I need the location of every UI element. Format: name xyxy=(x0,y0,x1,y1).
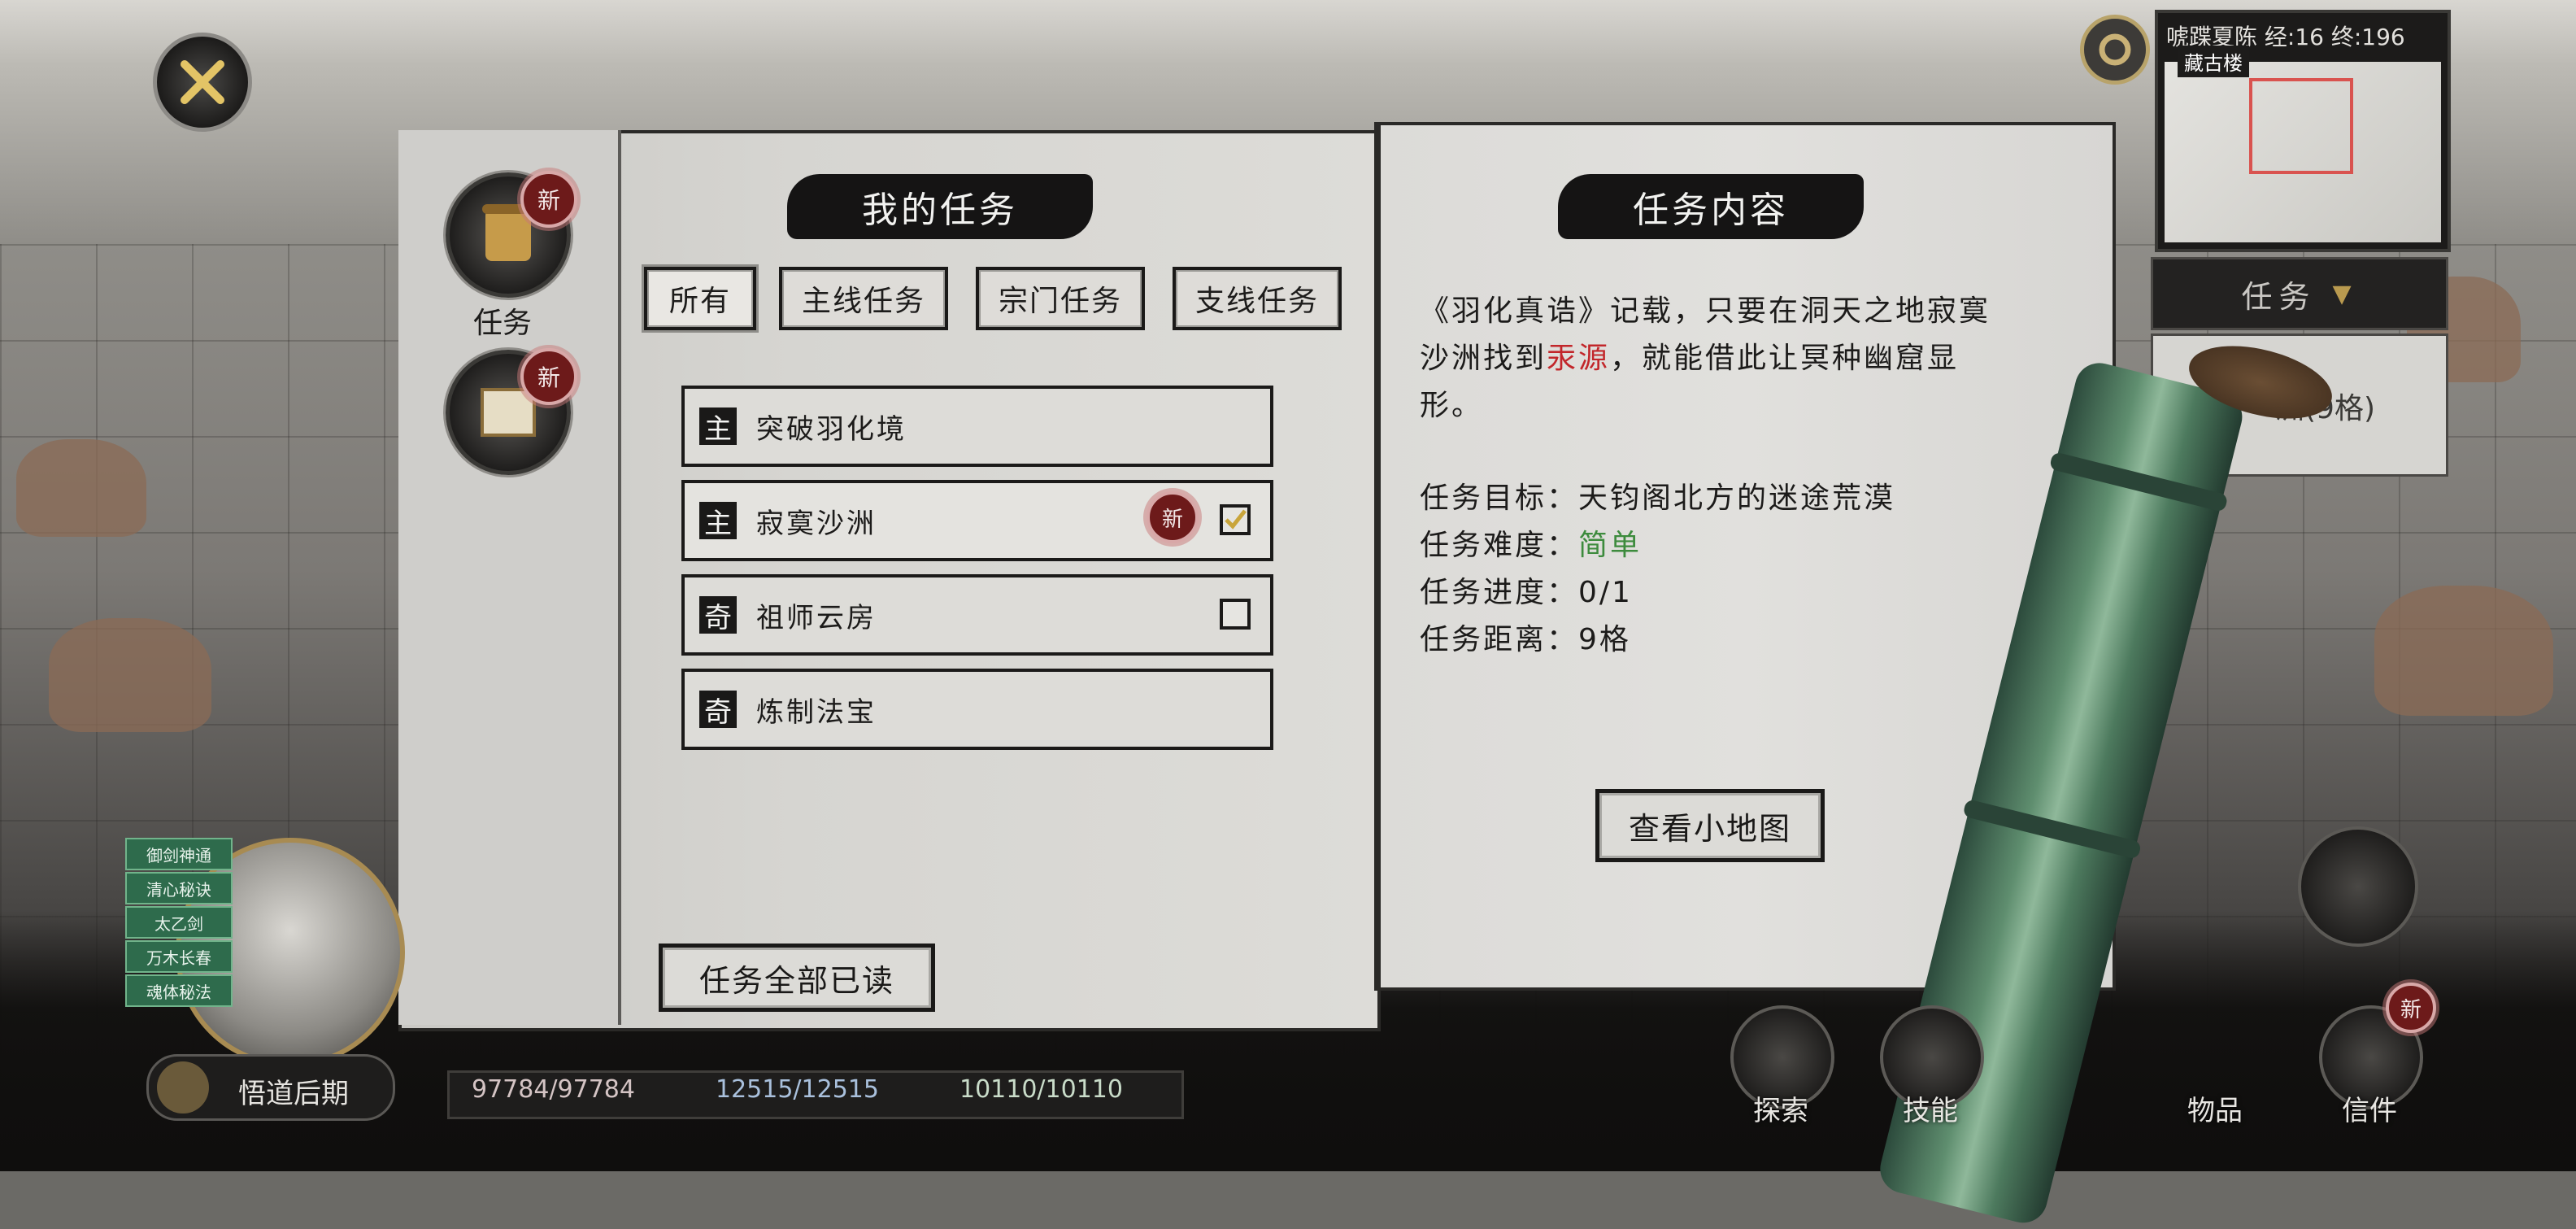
quest-description: 《羽化真诰》记载，只要在洞天之地寂寞 沙洲找到汞源，就能借此让冥种幽窟显 形。 xyxy=(1420,288,1991,429)
quest-info-block: 任务目标：天钧阁北方的迷途荒漠 任务难度：简单 任务进度：0/1 任务距离：9格 xyxy=(1420,475,1895,664)
items-label: 物品 xyxy=(2187,1095,2243,1127)
description-line: 《羽化真诰》记载，只要在洞天之地寂寞 xyxy=(1420,294,1991,328)
checkmark-icon xyxy=(1225,509,1247,530)
description-text: ，就能借此让冥种幽窟显 xyxy=(1610,342,1960,375)
realm-label: 悟道后期 xyxy=(238,1078,349,1110)
new-badge: 新 xyxy=(1147,491,1199,543)
difficulty-value: 简单 xyxy=(1578,529,1643,562)
track-checkbox[interactable] xyxy=(1220,599,1251,630)
quest-progress-row: 任务进度：0/1 xyxy=(1420,569,1895,617)
close-button[interactable] xyxy=(153,33,252,132)
realm-icon xyxy=(157,1061,209,1114)
quest-goal-row: 任务目标：天钧阁北方的迷途荒漠 xyxy=(1420,475,1895,522)
letters-label: 信件 xyxy=(2342,1095,2397,1127)
quest-name: 寂寞沙洲 xyxy=(756,507,877,540)
task-tracker-header[interactable]: 任务 ▼ xyxy=(2151,257,2448,330)
tab-sect-quests[interactable]: 宗门任务 xyxy=(976,267,1145,330)
skill-tag: 御剑神通 xyxy=(125,838,233,870)
task-tracker-label: 任务 xyxy=(2241,278,2317,315)
quest-name: 祖师云房 xyxy=(756,601,877,634)
minimap-player-marker xyxy=(2249,78,2353,174)
quest-list-title: 我的任务 xyxy=(787,174,1093,239)
quest-type-badge: 奇 xyxy=(699,596,737,634)
difficulty-label: 任务难度： xyxy=(1420,529,1579,562)
distance-label: 任务距离： xyxy=(1420,623,1579,656)
tab-side-quests[interactable]: 支线任务 xyxy=(1173,267,1342,330)
quest-row[interactable]: 奇 祖师云房 xyxy=(681,574,1273,656)
quest-name: 突破羽化境 xyxy=(756,412,907,446)
bamboo-node xyxy=(2048,451,2229,513)
minimap[interactable]: 唬蹀夏陈 经:16 终:196 藏古楼 xyxy=(2155,10,2451,252)
stamina-value: 10110/10110 xyxy=(959,1075,1123,1104)
skill-tag: 魂体秘法 xyxy=(125,974,233,1007)
explore-label: 探索 xyxy=(1753,1095,1808,1127)
skill-tag: 太乙剑 xyxy=(125,906,233,939)
hp-value: 97784/97784 xyxy=(472,1075,635,1104)
view-minimap-button[interactable]: 查看小地图 xyxy=(1595,789,1825,862)
quest-difficulty-row: 任务难度：简单 xyxy=(1420,522,1895,569)
description-line: 形。 xyxy=(1420,389,1484,422)
quest-detail-title: 任务内容 xyxy=(1558,174,1864,239)
description-text: 沙洲找到 xyxy=(1420,342,1547,375)
close-icon xyxy=(181,60,224,104)
skill-tag: 万木长春 xyxy=(125,940,233,973)
quest-type-badge: 奇 xyxy=(699,691,737,729)
settings-gear-icon[interactable] xyxy=(2080,15,2150,85)
quest-menu-label: 任务 xyxy=(473,307,533,340)
description-highlight: 汞源 xyxy=(1547,342,1611,375)
new-badge: 新 xyxy=(2386,983,2436,1033)
quest-row-selected[interactable]: 主 寂寞沙洲 新 xyxy=(681,480,1273,561)
quest-row[interactable]: 奇 炼制法宝 xyxy=(681,669,1273,750)
quest-type-badge: 主 xyxy=(699,407,737,446)
mp-value: 12515/12515 xyxy=(716,1075,879,1104)
dropdown-arrow-icon: ▼ xyxy=(2332,279,2358,308)
tab-main-quests[interactable]: 主线任务 xyxy=(779,267,948,330)
goal-label: 任务目标： xyxy=(1420,482,1579,515)
minimap-location-label: 藏古楼 xyxy=(2178,46,2249,77)
new-badge: 新 xyxy=(520,171,577,228)
progress-label: 任务进度： xyxy=(1420,576,1579,609)
track-checkbox-checked[interactable] xyxy=(1220,504,1251,535)
quest-row[interactable]: 主 突破羽化境 xyxy=(681,386,1273,467)
minimap-view: 藏古楼 xyxy=(2165,46,2441,242)
distance-value: 9格 xyxy=(1578,623,1631,656)
quest-type-badge: 主 xyxy=(699,502,737,540)
goal-value: 天钧阁北方的迷途荒漠 xyxy=(1578,482,1896,515)
tab-all[interactable]: 所有 xyxy=(642,264,759,333)
mark-all-read-button[interactable]: 任务全部已读 xyxy=(659,944,935,1012)
map-rock xyxy=(16,439,146,537)
realm-badge[interactable]: 悟道后期 xyxy=(146,1054,395,1121)
companion-portrait[interactable] xyxy=(2298,826,2418,947)
progress-value: 0/1 xyxy=(1578,576,1633,609)
map-rock xyxy=(2374,586,2553,716)
skills-label: 技能 xyxy=(1903,1095,1958,1127)
map-rock xyxy=(49,618,211,732)
quest-distance-row: 任务距离：9格 xyxy=(1420,617,1895,664)
quest-name: 炼制法宝 xyxy=(756,695,877,729)
skill-tag: 清心秘诀 xyxy=(125,872,233,904)
new-badge: 新 xyxy=(520,348,577,405)
description-line: 沙洲找到汞源，就能借此让冥种幽窟显 xyxy=(1420,335,1991,382)
bamboo-node xyxy=(1962,798,2143,860)
